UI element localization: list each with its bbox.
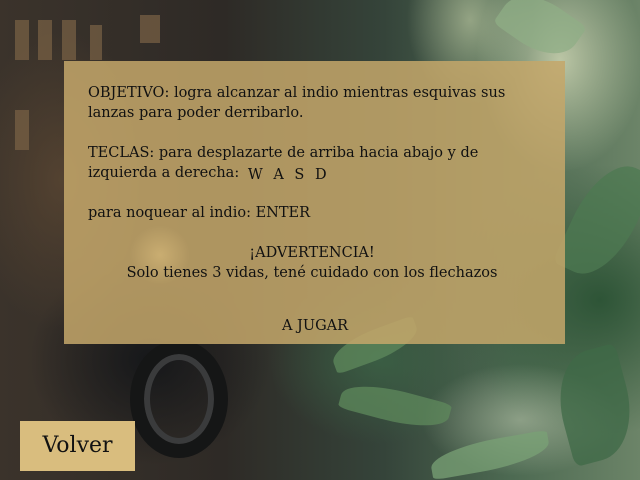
keys-label-continued: izquierda a derecha:	[88, 165, 240, 181]
warning-block: ¡ADVERTENCIA! Solo tienes 3 vidas, tené …	[64, 243, 560, 283]
leaf	[428, 429, 552, 480]
warning-title: ¡ADVERTENCIA!	[249, 245, 375, 261]
motorcycle-wheel	[130, 340, 228, 458]
instructions-panel: OBJETIVO: logra alcanzar al indio mientr…	[64, 61, 565, 344]
back-button[interactable]: Volver	[20, 421, 135, 471]
building-window	[62, 20, 76, 60]
building-window	[38, 20, 52, 60]
building-window	[140, 15, 160, 43]
leaf	[552, 152, 640, 288]
building-window	[15, 20, 29, 60]
knockout-text: para noquear al indio: ENTER	[88, 205, 311, 221]
keys-label: TECLAS: para desplazarte de arriba hacia…	[88, 145, 479, 161]
building-window	[90, 25, 102, 60]
leaf	[492, 0, 588, 69]
objective-text: OBJETIVO: logra alcanzar al indio mientr…	[88, 85, 506, 121]
warning-text: Solo tienes 3 vidas, tené cuidado con lo…	[126, 265, 498, 281]
play-button[interactable]: A JUGAR	[264, 316, 366, 336]
leaf	[337, 376, 453, 436]
keys-instructions: TECLAS: para desplazarte de arriba hacia…	[88, 143, 508, 183]
leaf	[546, 342, 640, 468]
keys-value: W A S D	[247, 167, 330, 183]
building-window	[15, 110, 29, 150]
